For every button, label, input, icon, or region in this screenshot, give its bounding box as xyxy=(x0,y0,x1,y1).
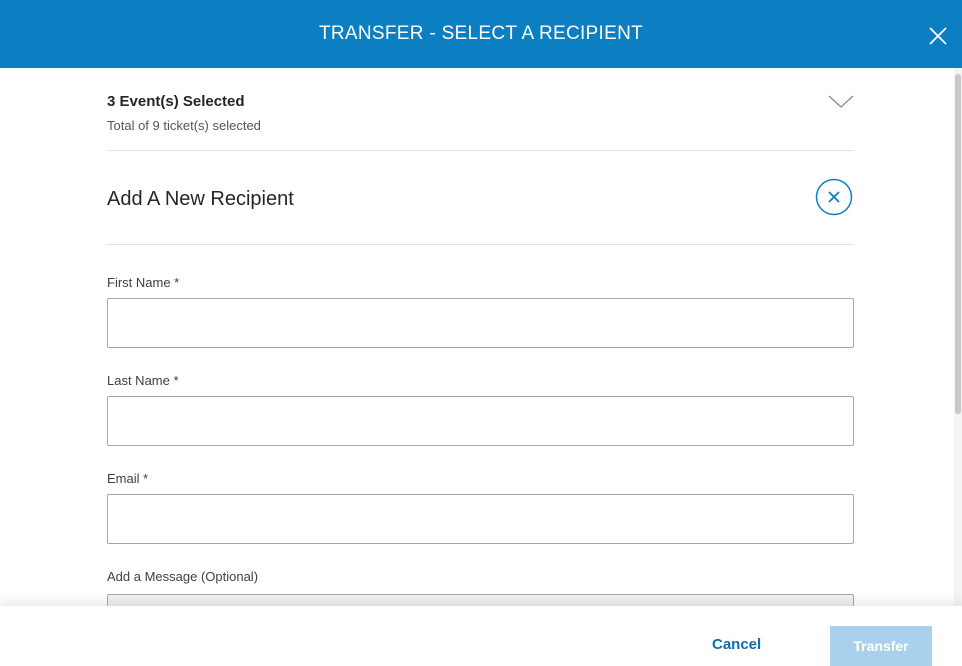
scrollbar-thumb[interactable] xyxy=(955,74,961,414)
modal-footer: Cancel Transfer xyxy=(0,606,962,666)
modal-body: 3 Event(s) Selected Total of 9 ticket(s)… xyxy=(0,68,962,606)
modal-content: 3 Event(s) Selected Total of 9 ticket(s)… xyxy=(107,68,854,606)
modal-header: TRANSFER - SELECT A RECIPIENT xyxy=(0,0,962,68)
circle-close-icon[interactable] xyxy=(815,178,853,216)
events-selected-title: 3 Event(s) Selected xyxy=(107,93,245,110)
recipient-title: Add A New Recipient xyxy=(107,188,294,210)
email-label: Email * xyxy=(107,471,149,486)
transfer-button[interactable]: Transfer xyxy=(830,626,932,666)
events-summary[interactable]: 3 Event(s) Selected Total of 9 ticket(s)… xyxy=(107,68,854,151)
modal-title: TRANSFER - SELECT A RECIPIENT xyxy=(318,23,644,44)
tickets-selected-subtitle: Total of 9 ticket(s) selected xyxy=(107,118,261,133)
cancel-button[interactable]: Cancel xyxy=(712,636,761,653)
email-field[interactable] xyxy=(107,494,854,544)
first-name-label: First Name * xyxy=(107,275,180,290)
last-name-label: Last Name * xyxy=(107,373,179,388)
message-label: Add a Message (Optional) xyxy=(107,569,259,584)
scrollbar[interactable] xyxy=(954,68,962,606)
close-icon[interactable] xyxy=(928,26,948,46)
recipient-header: Add A New Recipient xyxy=(107,151,854,245)
chevron-down-icon[interactable] xyxy=(828,95,854,109)
first-name-field[interactable] xyxy=(107,298,854,348)
message-field[interactable] xyxy=(107,594,854,606)
last-name-field[interactable] xyxy=(107,396,854,446)
